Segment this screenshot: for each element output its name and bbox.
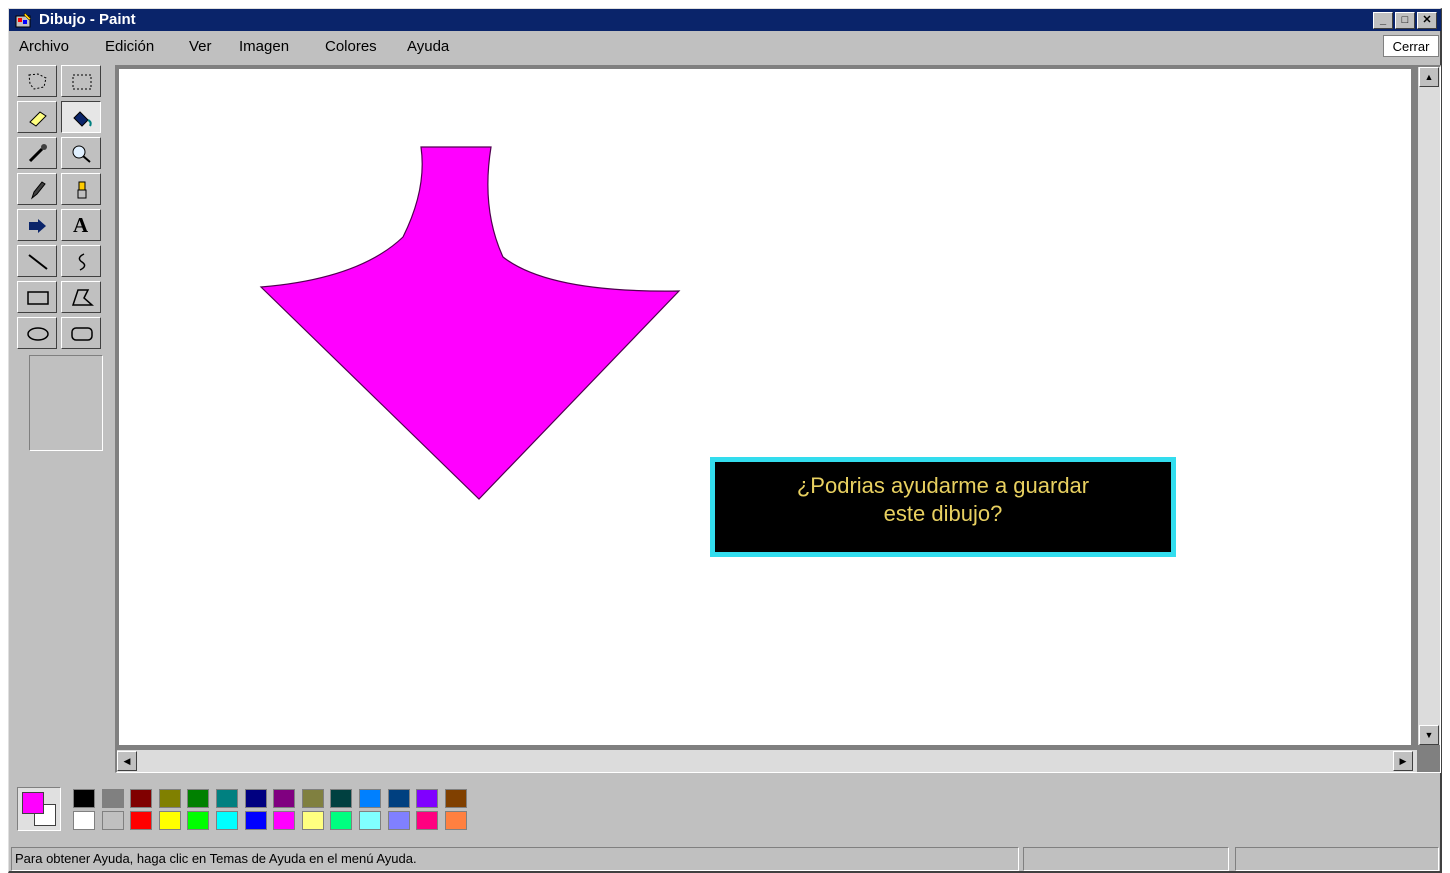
palette-swatch[interactable] bbox=[216, 789, 238, 808]
palette-swatch[interactable] bbox=[330, 811, 353, 830]
rectangle-icon bbox=[27, 291, 49, 305]
menu-archivo[interactable]: Archivo bbox=[19, 38, 69, 55]
dialog-line-1: ¿Podrias ayudarme a guardar bbox=[796, 473, 1090, 498]
palette-swatch[interactable] bbox=[130, 789, 153, 808]
close-label-button[interactable]: Cerrar bbox=[1383, 35, 1439, 57]
fill-icon bbox=[73, 111, 92, 127]
color-palette bbox=[15, 777, 475, 835]
eraser-icon bbox=[29, 111, 47, 127]
free-form-select-tool[interactable] bbox=[17, 65, 57, 97]
status-size bbox=[1235, 847, 1439, 871]
menu-ver[interactable]: Ver bbox=[189, 38, 212, 55]
scroll-right-button[interactable]: ▶ bbox=[1393, 751, 1413, 771]
drawing-canvas[interactable]: ¿Podrias ayudarme a guardar este dibujo? bbox=[119, 69, 1411, 745]
paint-app-icon bbox=[15, 12, 32, 28]
palette-swatch[interactable] bbox=[216, 811, 238, 830]
palette-swatch[interactable] bbox=[387, 811, 410, 830]
ellipse-icon bbox=[27, 327, 49, 341]
palette-swatch[interactable] bbox=[158, 811, 181, 830]
palette-swatch[interactable] bbox=[101, 789, 124, 808]
rounded-rectangle-tool[interactable] bbox=[61, 317, 101, 349]
airbrush-icon bbox=[29, 219, 46, 233]
palette-swatch[interactable] bbox=[130, 811, 153, 830]
select-icon bbox=[72, 74, 92, 90]
maximize-button[interactable]: □ bbox=[1395, 12, 1415, 29]
status-bar: Para obtener Ayuda, haga clic en Temas d… bbox=[9, 845, 1441, 872]
text-tool[interactable]: A bbox=[61, 209, 101, 241]
window-title: Dibujo - Paint bbox=[39, 11, 136, 28]
airbrush-tool[interactable] bbox=[17, 209, 57, 241]
horizontal-scrollbar[interactable]: ◀ ▶ bbox=[117, 750, 1417, 772]
magnifier-tool[interactable] bbox=[61, 137, 101, 169]
magenta-arrow-shape bbox=[259, 146, 681, 500]
palette-swatch[interactable] bbox=[187, 789, 210, 808]
close-button[interactable]: ✕ bbox=[1417, 12, 1437, 29]
curve-icon bbox=[78, 253, 86, 271]
pencil-tool[interactable] bbox=[17, 173, 57, 205]
polygon-icon bbox=[71, 289, 94, 306]
menu-bar: Archivo Edición Ver Imagen Colores Ayuda… bbox=[9, 33, 1441, 59]
palette-swatch[interactable] bbox=[359, 811, 381, 830]
palette-swatch[interactable] bbox=[444, 789, 467, 808]
palette-swatch[interactable] bbox=[387, 789, 410, 808]
palette-swatch[interactable] bbox=[101, 811, 124, 830]
tool-options-box[interactable] bbox=[29, 355, 103, 451]
palette-swatch[interactable] bbox=[244, 789, 267, 808]
minimize-button[interactable]: _ bbox=[1373, 12, 1393, 29]
foreground-color bbox=[22, 792, 44, 814]
palette-swatch[interactable] bbox=[301, 789, 324, 808]
toolbox: A bbox=[15, 65, 105, 765]
scroll-left-button[interactable]: ◀ bbox=[117, 751, 137, 771]
status-help-text: Para obtener Ayuda, haga clic en Temas d… bbox=[11, 847, 1019, 871]
scroll-down-button[interactable]: ▼ bbox=[1419, 725, 1439, 745]
pencil-icon bbox=[30, 181, 46, 200]
curve-tool[interactable] bbox=[61, 245, 101, 277]
line-tool[interactable] bbox=[17, 245, 57, 277]
menu-imagen[interactable]: Imagen bbox=[239, 38, 289, 55]
palette-swatch[interactable] bbox=[301, 811, 324, 830]
pick-color-icon bbox=[28, 144, 47, 163]
brush-icon bbox=[77, 181, 87, 199]
palette-swatch[interactable] bbox=[330, 789, 353, 808]
pick-color-tool[interactable] bbox=[17, 137, 57, 169]
canvas-frame: ¿Podrias ayudarme a guardar este dibujo?… bbox=[115, 65, 1441, 773]
free-form-select-icon bbox=[28, 73, 47, 90]
palette-swatch[interactable] bbox=[187, 811, 210, 830]
menu-edicion[interactable]: Edición bbox=[105, 38, 154, 55]
palette-swatch[interactable] bbox=[444, 811, 467, 830]
vertical-scrollbar[interactable]: ▲ ▼ bbox=[1418, 67, 1440, 745]
select-tool[interactable] bbox=[61, 65, 101, 97]
rectangle-tool[interactable] bbox=[17, 281, 57, 313]
brush-tool[interactable] bbox=[61, 173, 101, 205]
palette-swatch[interactable] bbox=[158, 789, 181, 808]
paint-window: Dibujo - Paint _ □ ✕ Archivo Edición Ver… bbox=[8, 8, 1442, 873]
palette-swatch[interactable] bbox=[73, 811, 95, 830]
dialog-line-2: este dibujo? bbox=[883, 501, 1003, 526]
help-dialog-box: ¿Podrias ayudarme a guardar este dibujo? bbox=[710, 457, 1176, 557]
magnifier-icon bbox=[72, 145, 91, 163]
title-bar[interactable]: Dibujo - Paint _ □ ✕ bbox=[9, 9, 1441, 31]
fill-tool[interactable] bbox=[61, 101, 101, 133]
palette-swatch[interactable] bbox=[273, 789, 296, 808]
palette-swatch[interactable] bbox=[244, 811, 267, 830]
rounded-rectangle-icon bbox=[71, 327, 93, 341]
menu-ayuda[interactable]: Ayuda bbox=[407, 38, 449, 55]
palette-swatch[interactable] bbox=[73, 789, 95, 808]
text-icon: A bbox=[73, 213, 89, 237]
scroll-up-button[interactable]: ▲ bbox=[1419, 67, 1439, 87]
current-colors[interactable] bbox=[17, 787, 61, 831]
line-icon bbox=[28, 254, 48, 270]
menu-colores[interactable]: Colores bbox=[325, 38, 377, 55]
palette-swatch[interactable] bbox=[416, 811, 439, 830]
status-position bbox=[1023, 847, 1229, 871]
palette-swatch[interactable] bbox=[359, 789, 381, 808]
polygon-tool[interactable] bbox=[61, 281, 101, 313]
ellipse-tool[interactable] bbox=[17, 317, 57, 349]
eraser-tool[interactable] bbox=[17, 101, 57, 133]
palette-swatch[interactable] bbox=[416, 789, 439, 808]
palette-swatch[interactable] bbox=[273, 811, 296, 830]
canvas-drawing bbox=[259, 146, 681, 500]
